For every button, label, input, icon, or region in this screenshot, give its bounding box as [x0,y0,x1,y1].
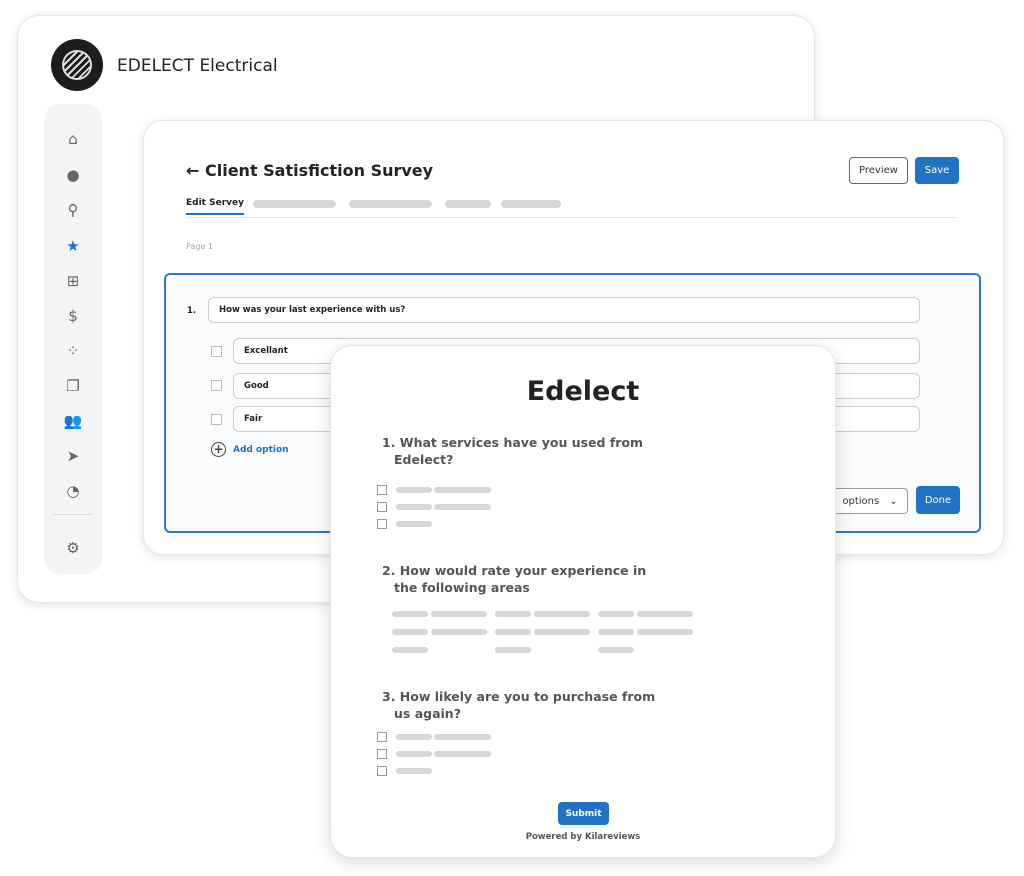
option-checkbox[interactable] [211,380,222,391]
rating-placeholder [598,629,634,635]
brand-logo [51,39,103,91]
rating-placeholder [495,629,531,635]
question-number: 1. [187,306,197,316]
plus-circle-icon: + [211,442,226,457]
grid-icon[interactable]: ⊞ [44,271,102,291]
preview-button[interactable]: Preview [849,157,908,184]
survey-preview: Edelect 1. What services have you used f… [330,345,836,858]
tab-placeholder[interactable] [501,200,561,208]
option-placeholder [396,734,432,740]
tab-divider [186,217,956,218]
add-option-button[interactable]: + Add option [211,442,289,457]
tab-placeholder[interactable] [349,200,432,208]
option-placeholder [396,521,432,527]
preview-checkbox[interactable] [377,519,387,529]
star-icon[interactable]: ★ [44,236,102,256]
preview-question-3: 3. How likely are you to purchase from u… [382,689,656,721]
powered-by: Powered by Kilareviews [525,832,641,842]
options-dropdown[interactable]: options ⌄ [832,488,908,514]
preview-checkbox[interactable] [377,766,387,776]
rating-placeholder [598,647,634,653]
sidebar-divider [53,514,93,515]
pie-chart-icon[interactable]: ◔ [44,481,102,501]
page-title: ← Client Satisfiction Survey [186,161,433,180]
option-placeholder [434,734,491,740]
preview-checkbox[interactable] [377,749,387,759]
rating-placeholder [495,647,531,653]
option-placeholder [396,504,432,510]
preview-checkbox[interactable] [377,485,387,495]
option-placeholder [396,768,432,774]
add-option-label: Add option [233,444,289,455]
rating-placeholder [534,611,590,617]
options-dropdown-label: options [842,495,880,507]
rating-placeholder [431,611,487,617]
option-placeholder [434,504,491,510]
preview-checkbox[interactable] [377,502,387,512]
rating-placeholder [392,629,428,635]
copy-icon[interactable]: ❐ [44,376,102,396]
rating-placeholder [534,629,590,635]
rating-placeholder [495,611,531,617]
preview-title: Edelect [526,376,640,407]
home-icon[interactable]: ⌂ [44,129,102,149]
gear-icon[interactable]: ⚙ [44,538,102,558]
nodes-icon[interactable]: ⁘ [44,341,102,361]
option-placeholder [434,487,491,493]
submit-button[interactable]: Submit [558,802,609,825]
dollar-icon[interactable]: $ [44,306,102,326]
chevron-down-icon: ⌄ [889,495,898,507]
back-arrow-icon[interactable]: ← [186,161,199,180]
preview-question-2: 2. How would rate your experience in the… [382,563,647,595]
preview-checkbox[interactable] [377,732,387,742]
sidebar: ⌂ ● ⚲ ★ ⊞ $ ⁘ ❐ 👥 ➤ ◔ ⚙ [44,104,102,574]
tab-placeholder[interactable] [445,200,491,208]
option-checkbox[interactable] [211,346,222,357]
rating-placeholder [637,611,693,617]
rating-placeholder [392,647,428,653]
send-icon[interactable]: ➤ [44,446,102,466]
location-pin-icon[interactable]: ⚲ [44,200,102,220]
option-checkbox[interactable] [211,414,222,425]
rating-placeholder [431,629,487,635]
rating-placeholder [598,611,634,617]
brand-name: EDELECT Electrical [117,56,278,76]
option-placeholder [396,487,432,493]
tab-edit-survey[interactable]: Edit Servey [186,198,244,215]
done-button[interactable]: Done [916,486,960,514]
save-button[interactable]: Save [915,157,959,184]
survey-title: Client Satisfiction Survey [204,161,434,180]
tab-placeholder[interactable] [253,200,336,208]
rating-placeholder [637,629,693,635]
question-input[interactable]: How was your last experience with us? [208,297,920,323]
option-placeholder [396,751,432,757]
option-placeholder [434,751,491,757]
page-label: Page 1 [186,242,213,251]
rating-placeholder [392,611,428,617]
users-icon[interactable]: 👥 [44,411,102,431]
chat-icon[interactable]: ● [44,165,102,185]
preview-question-1: 1. What services have you used from Edel… [382,435,644,467]
